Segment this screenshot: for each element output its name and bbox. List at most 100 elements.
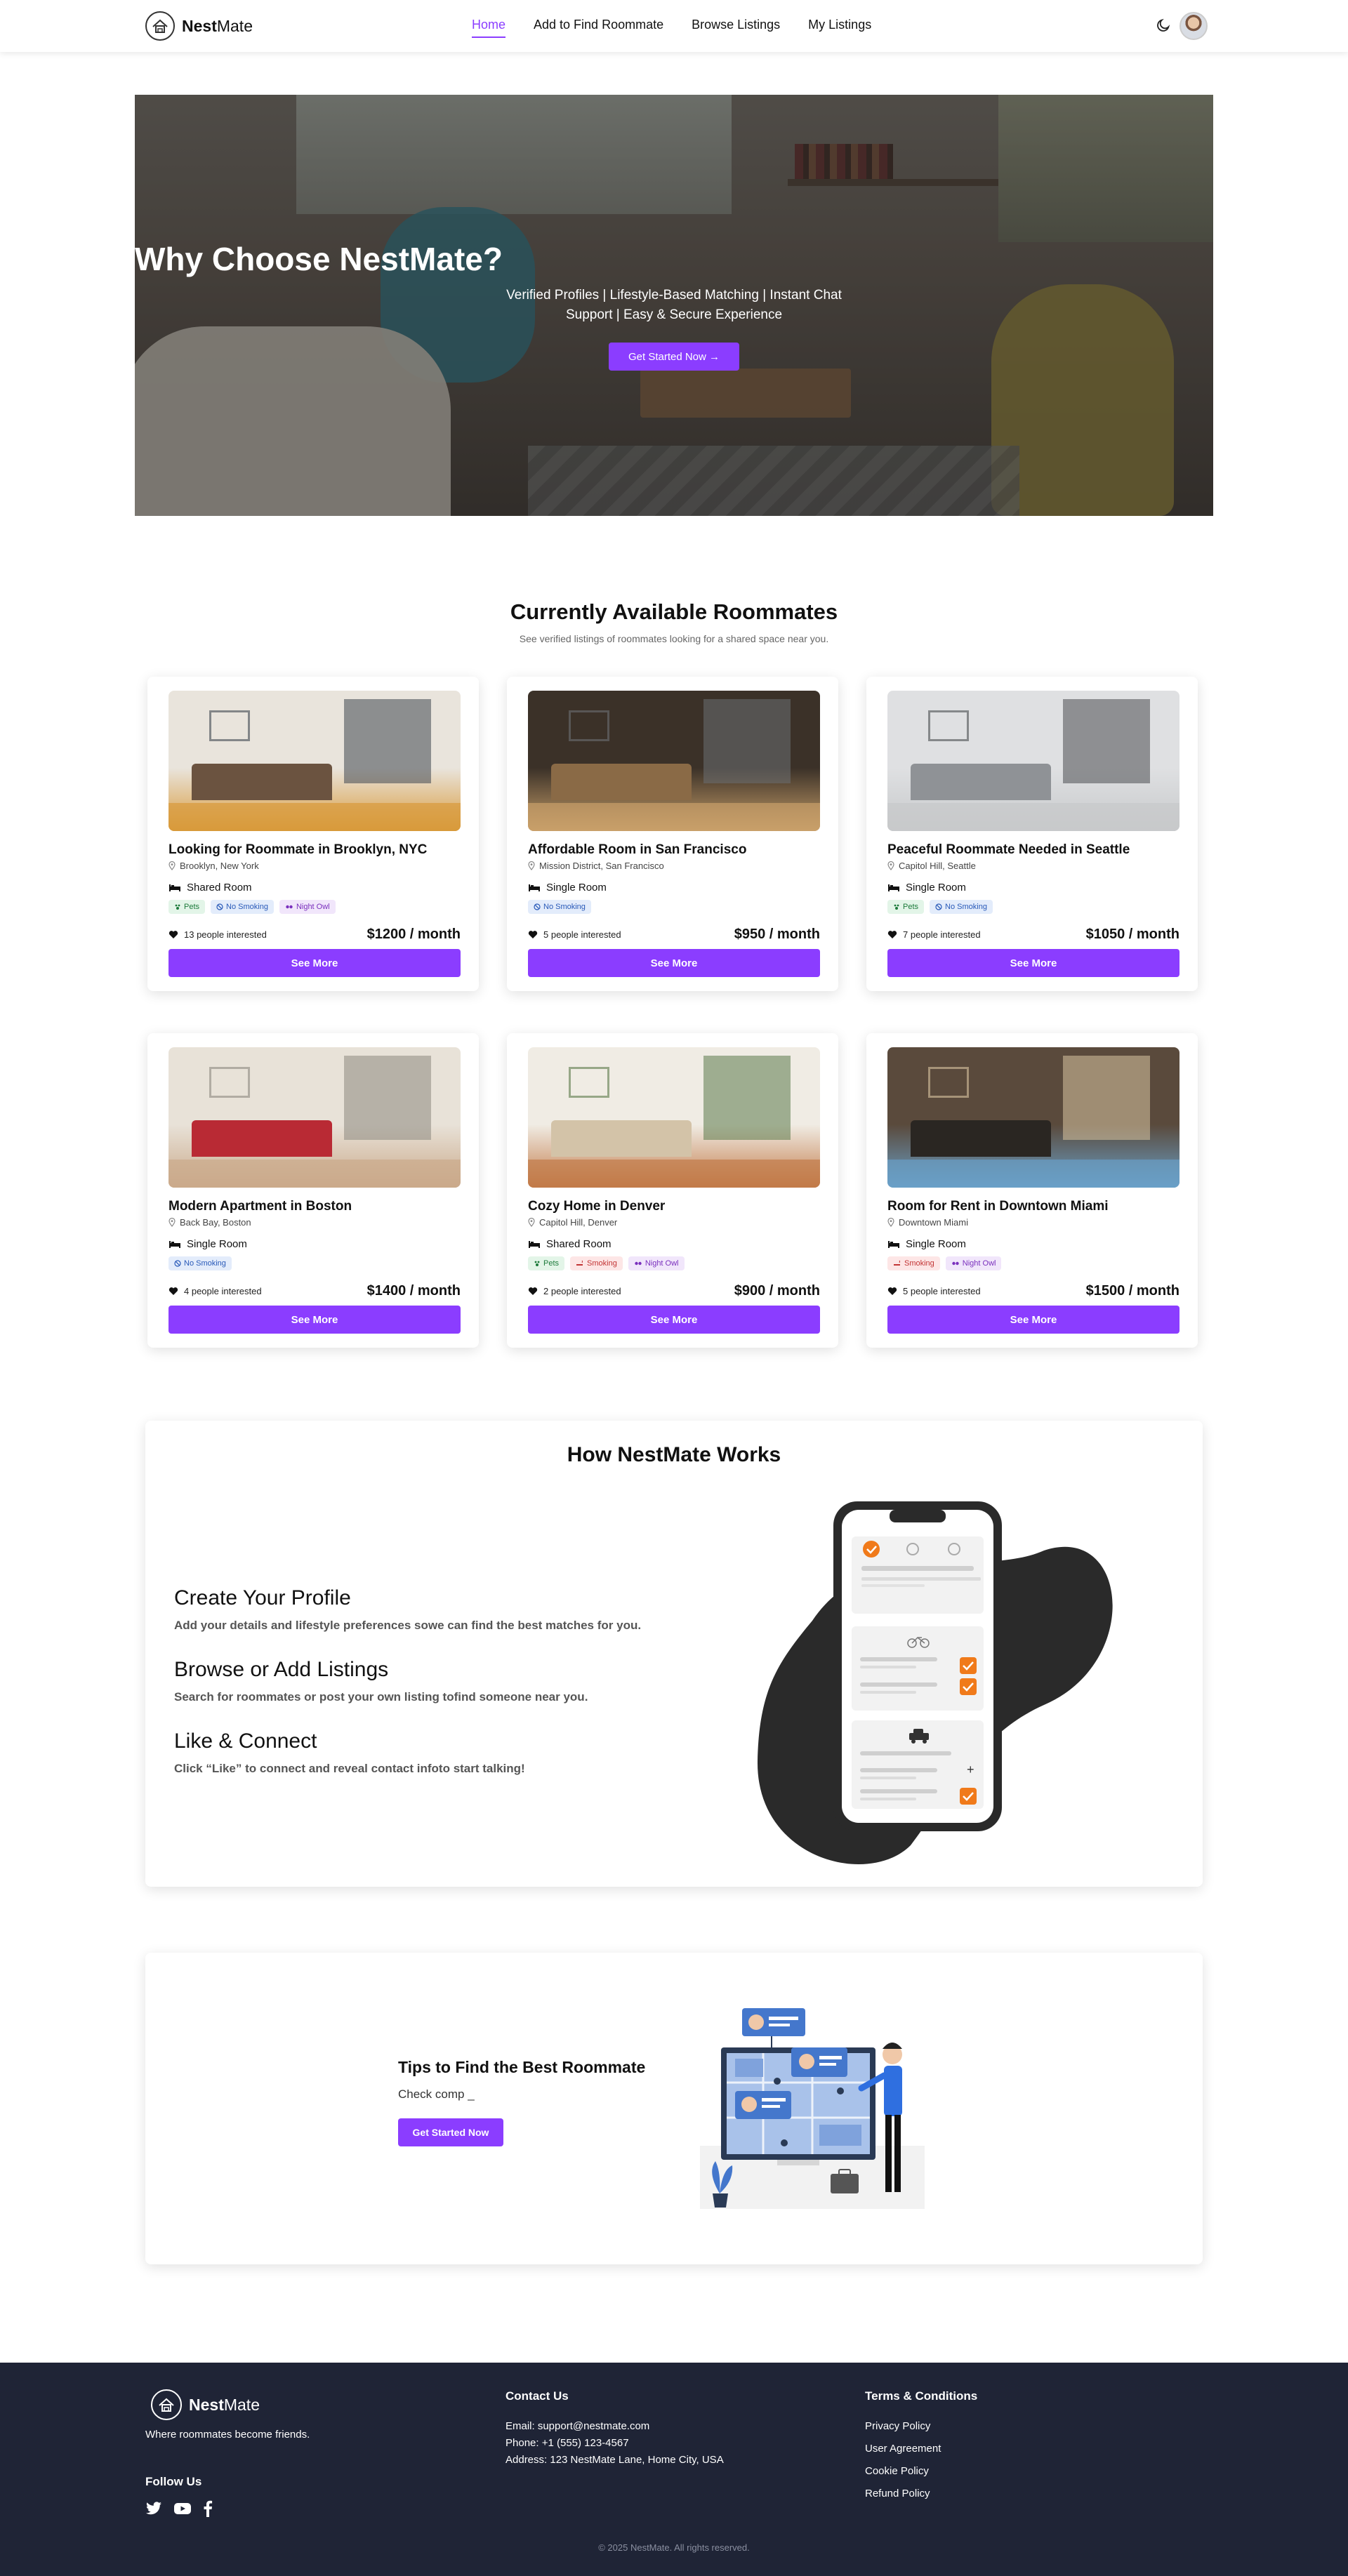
smoking-icon (894, 1260, 900, 1266)
map-search-illustration (700, 2008, 925, 2209)
contact-email[interactable]: Email: support@nestmate.com (505, 2420, 649, 2432)
listing-title[interactable]: Looking for Roommate in Brooklyn, NYC (168, 842, 427, 858)
nav-link-add-roommate[interactable]: Add to Find Roommate (534, 18, 663, 38)
footer: NestMate Where roommates become friends.… (0, 2363, 1348, 2576)
location-pin-icon (528, 1218, 535, 1227)
brand-logo-link[interactable]: NestMate (145, 11, 253, 41)
step-description: Search for roommates or post your own li… (174, 1690, 588, 1704)
listing-title[interactable]: Modern Apartment in Boston (168, 1199, 352, 1214)
heart-icon (528, 1287, 538, 1295)
lifestyle-tag: Pets (887, 900, 925, 914)
location-pin-icon (887, 1218, 894, 1227)
social-links (145, 2500, 213, 2517)
lifestyle-tag: Smoking (887, 1256, 940, 1270)
facebook-icon[interactable] (203, 2500, 213, 2517)
room-type: Single Room (887, 882, 966, 894)
bed-icon (529, 884, 540, 891)
lifestyle-tag: No Smoking (211, 900, 274, 914)
contact-phone: Phone: +1 (555) 123-4567 (505, 2437, 629, 2449)
roommate-card: Peaceful Roommate Needed in Seattle Capi… (866, 677, 1198, 991)
listing-photo[interactable] (168, 691, 461, 831)
listing-price: $1050 / month (1085, 927, 1180, 942)
nav-link-browse-listings[interactable]: Browse Listings (692, 18, 780, 38)
lifestyle-tags: Smoking Night Owl (887, 1256, 1002, 1270)
see-more-button[interactable]: See More (528, 949, 820, 977)
cookie-policy-link[interactable]: Cookie Policy (865, 2465, 929, 2477)
listing-title[interactable]: Affordable Room in San Francisco (528, 842, 746, 858)
night-owl-icon (952, 1261, 959, 1266)
listing-price: $1200 / month (366, 927, 461, 942)
listing-location: Mission District, San Francisco (528, 861, 664, 871)
see-more-button[interactable]: See More (528, 1306, 820, 1334)
heart-icon (168, 1287, 178, 1295)
lifestyle-tag: Night Owl (945, 1256, 1002, 1270)
see-more-button[interactable]: See More (168, 949, 461, 977)
refund-policy-link[interactable]: Refund Policy (865, 2488, 930, 2499)
interest-count: 5 people interested (887, 1286, 981, 1296)
youtube-icon[interactable] (173, 2502, 192, 2516)
listing-price: $950 / month (734, 927, 820, 942)
no-smoking-icon (534, 903, 541, 910)
see-more-button[interactable]: See More (887, 949, 1180, 977)
room-type: Shared Room (528, 1238, 612, 1250)
nav-links: Home Add to Find Roommate Browse Listing… (472, 18, 871, 38)
heart-icon (168, 931, 178, 938)
house-logo-icon (151, 2389, 182, 2420)
bed-icon (888, 884, 899, 891)
copyright: © 2025 NestMate. All rights reserved. (598, 2542, 750, 2553)
hero-subtitle: Verified Profiles | Lifestyle-Based Matc… (506, 288, 842, 322)
get-started-button[interactable]: Get Started Now → (609, 343, 739, 371)
paw-icon (175, 904, 180, 910)
nav-link-my-listings[interactable]: My Listings (808, 18, 871, 38)
lifestyle-tag: No Smoking (168, 1256, 232, 1270)
location-pin-icon (887, 861, 894, 870)
listing-photo[interactable] (887, 1047, 1180, 1188)
see-more-button[interactable]: See More (168, 1306, 461, 1334)
twitter-icon[interactable] (145, 2501, 162, 2516)
interest-count: 7 people interested (887, 929, 981, 940)
listing-photo[interactable] (168, 1047, 461, 1188)
listing-photo[interactable] (528, 1047, 820, 1188)
nav-link-home[interactable]: Home (472, 18, 506, 38)
bed-icon (169, 1240, 180, 1248)
lifestyle-tags: Pets No Smoking (887, 900, 993, 914)
user-agreement-link[interactable]: User Agreement (865, 2443, 941, 2455)
roommates-section-title: Currently Available Roommates (510, 599, 838, 624)
listing-title[interactable]: Cozy Home in Denver (528, 1199, 665, 1214)
contact-address: Address: 123 NestMate Lane, Home City, U… (505, 2454, 724, 2466)
night-owl-icon (286, 905, 293, 909)
tips-section: Tips to Find the Best Roommate Check com… (145, 1953, 1203, 2264)
listing-location: Brooklyn, New York (168, 861, 259, 871)
tips-get-started-button[interactable]: Get Started Now (398, 2118, 503, 2146)
house-logo-icon (145, 11, 175, 41)
lifestyle-tag: Pets (528, 1256, 565, 1270)
footer-brand[interactable]: NestMate (151, 2389, 260, 2420)
listing-photo[interactable] (887, 691, 1180, 831)
roommate-card: Affordable Room in San Francisco Mission… (507, 677, 838, 991)
no-smoking-icon (935, 903, 942, 910)
listing-location: Back Bay, Boston (168, 1217, 251, 1228)
step-description: Click “Like” to connect and reveal conta… (174, 1762, 525, 1775)
lifestyle-tags: Pets Smoking Night Owl (528, 1256, 685, 1270)
bed-icon (169, 884, 180, 891)
brand-name: NestMate (182, 16, 253, 35)
interest-count: 13 people interested (168, 929, 267, 940)
step-title: Browse or Add Listings (174, 1658, 389, 1681)
listing-title[interactable]: Peaceful Roommate Needed in Seattle (887, 842, 1130, 858)
roommate-card: Room for Rent in Downtown Miami Downtown… (866, 1033, 1198, 1348)
privacy-policy-link[interactable]: Privacy Policy (865, 2420, 930, 2432)
listing-photo[interactable] (528, 691, 820, 831)
user-avatar[interactable] (1180, 12, 1208, 40)
location-pin-icon (168, 861, 176, 870)
lifestyle-tag: Pets (168, 900, 206, 914)
room-type: Single Room (887, 1238, 966, 1250)
how-it-works-section: How NestMate Works Create Your Profile A… (145, 1421, 1203, 1887)
location-pin-icon (528, 861, 535, 870)
night-owl-icon (635, 1261, 642, 1266)
moon-icon[interactable] (1156, 18, 1171, 33)
lifestyle-tags: No Smoking (528, 900, 591, 914)
hero-title: Why Choose NestMate? (135, 241, 503, 277)
see-more-button[interactable]: See More (887, 1306, 1180, 1334)
listing-title[interactable]: Room for Rent in Downtown Miami (887, 1199, 1109, 1214)
interest-count: 5 people interested (528, 929, 621, 940)
